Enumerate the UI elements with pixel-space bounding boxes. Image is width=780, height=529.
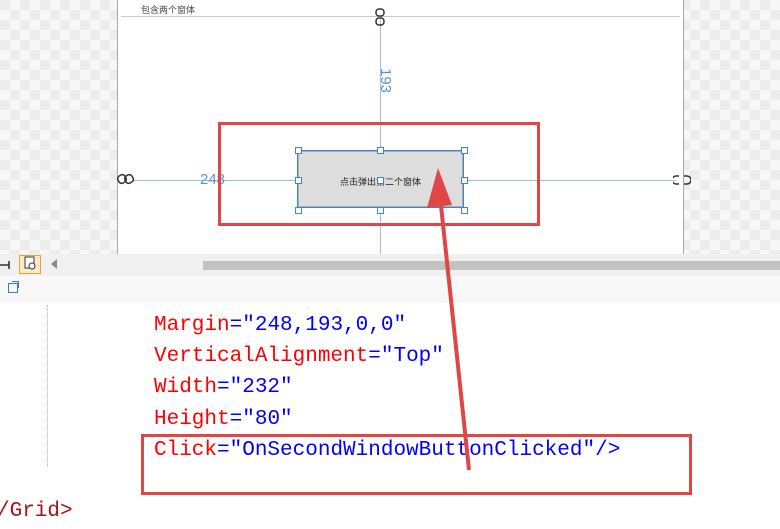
pin-icon[interactable] xyxy=(0,258,14,272)
scrollbar-thumb[interactable] xyxy=(203,261,780,270)
right-margin-unpinned-icon[interactable] xyxy=(671,174,692,188)
equals: = xyxy=(229,314,243,337)
closing-tag: /Grid> xyxy=(0,500,73,523)
attr-value: "80" xyxy=(242,408,293,431)
equals: = xyxy=(229,408,243,431)
left-margin-pin-icon[interactable] xyxy=(116,173,135,187)
code-line-width[interactable]: Width="232" xyxy=(154,375,293,401)
attr-name: Margin xyxy=(154,314,230,337)
document-settings-icon[interactable] xyxy=(19,255,41,274)
popout-icon[interactable] xyxy=(8,281,19,293)
attr-name: Height xyxy=(154,408,230,431)
attr-value: "248,193,0,0" xyxy=(242,314,407,337)
equals: = xyxy=(368,345,381,368)
top-margin-pin-icon[interactable] xyxy=(375,8,385,28)
code-line-height[interactable]: Height="80" xyxy=(154,407,293,433)
horizontal-scrollbar[interactable] xyxy=(0,254,780,277)
editor-indent-guide xyxy=(47,305,49,467)
code-highlight-box xyxy=(141,434,692,495)
scroll-left-arrow-icon[interactable] xyxy=(51,259,57,269)
margin-top-value[interactable]: 193 xyxy=(377,68,394,93)
code-line-vertical-alignment[interactable]: VerticalAlignment="Top" xyxy=(154,344,444,370)
attr-value: "232" xyxy=(229,376,293,399)
code-line-partial: g xyxy=(330,283,368,303)
attr-name: VerticalAlignment xyxy=(154,345,369,368)
attr-value: "Top" xyxy=(380,345,444,368)
window-title: 包含两个窗体 xyxy=(141,5,196,15)
designer-highlight-box xyxy=(218,122,540,226)
window-title-bar[interactable] xyxy=(121,2,680,17)
editor-toolbar xyxy=(0,276,780,303)
equals: = xyxy=(217,376,230,399)
code-line-closing-grid[interactable]: /Grid> xyxy=(0,499,73,525)
code-line-margin[interactable]: Margin="248,193,0,0" xyxy=(154,313,406,339)
xaml-designer-surface[interactable]: 包含两个窗体 193 248 点击弹出第二个窗体 xyxy=(0,0,780,254)
attr-name: Width xyxy=(154,376,218,399)
